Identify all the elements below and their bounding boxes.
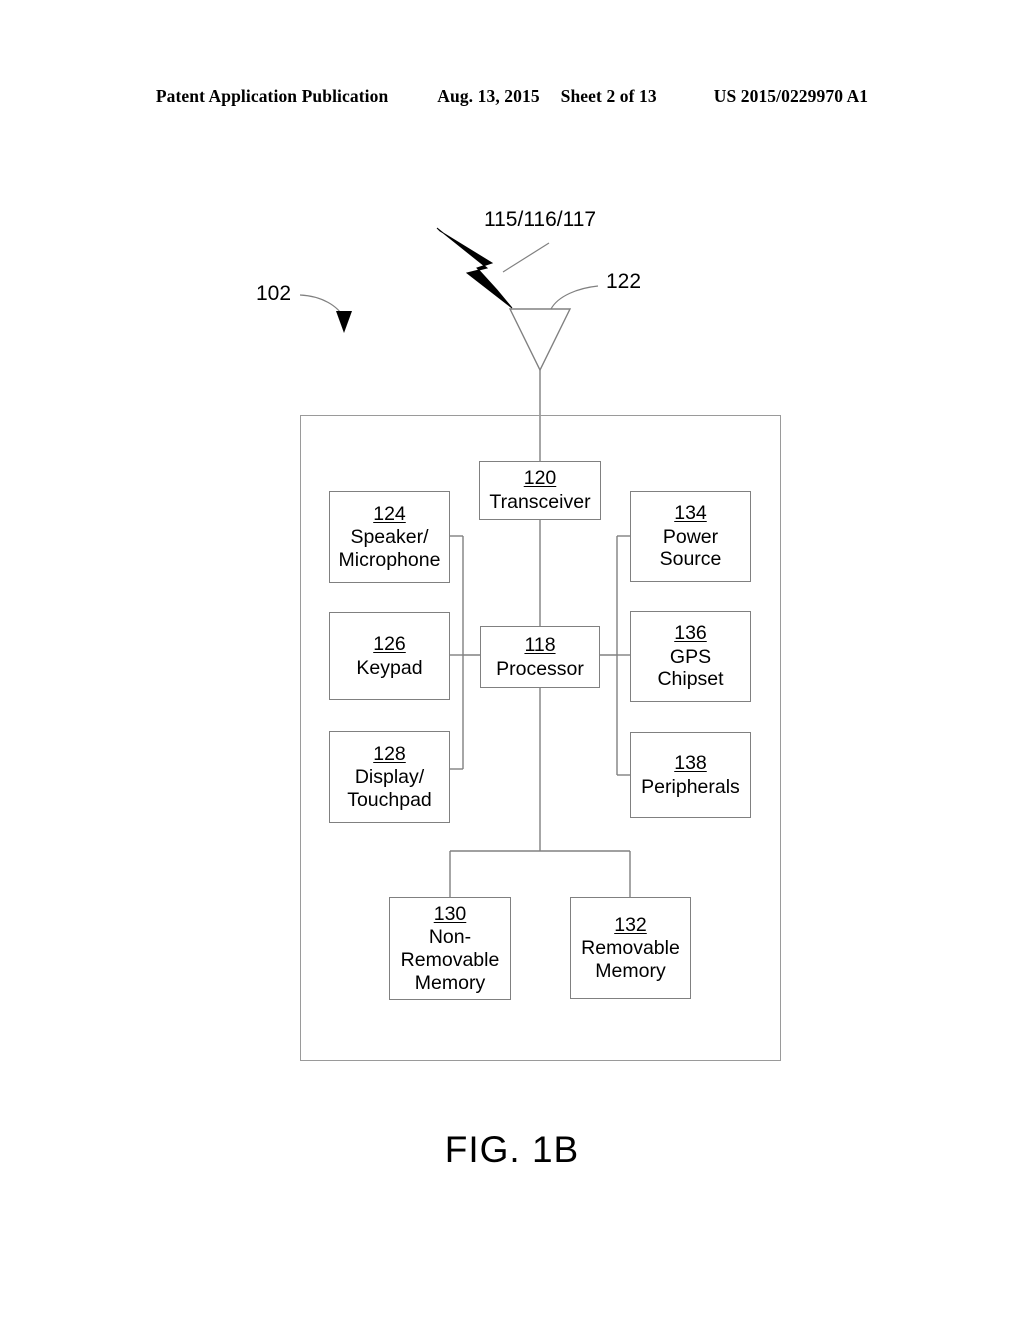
antenna-icon (508, 308, 572, 372)
block-label-removable-memory: Removable Memory (581, 937, 680, 982)
block-peripherals[interactable]: 138 Peripherals (630, 732, 751, 818)
callout-device-102: 102 (256, 282, 292, 305)
figure-caption: FIG. 1B (444, 1129, 580, 1170)
block-label-speaker-microphone: Speaker/ Microphone (338, 526, 441, 571)
block-ref-120: 120 (523, 467, 557, 490)
leader-device-curve (299, 294, 345, 319)
block-transceiver[interactable]: 120 Transceiver (479, 461, 601, 520)
block-label-processor: Processor (496, 657, 584, 680)
block-ref-118: 118 (524, 633, 556, 656)
leader-antenna (550, 285, 599, 310)
block-gps-chipset[interactable]: 136 GPS Chipset (630, 611, 751, 702)
figure-1b: 102 115/116/117 122 120 Transceiver 118 … (0, 0, 1024, 1320)
block-ref-124: 124 (373, 502, 406, 525)
block-label-transceiver: Transceiver (489, 491, 591, 513)
block-removable-memory[interactable]: 132 Removable Memory (570, 897, 691, 999)
block-processor[interactable]: 118 Processor (480, 626, 600, 688)
block-ref-132: 132 (614, 913, 647, 936)
callout-air-interface-115-116-117: 115/116/117 (484, 208, 597, 231)
block-ref-136: 136 (674, 622, 707, 645)
leader-air-interface (502, 242, 550, 273)
block-non-removable-memory[interactable]: 130 Non- Removable Memory (389, 897, 511, 1000)
block-ref-138: 138 (674, 751, 707, 774)
block-label-non-removable-memory: Non- Removable Memory (400, 926, 500, 994)
block-ref-130: 130 (433, 902, 467, 925)
block-label-peripherals: Peripherals (641, 775, 740, 798)
block-keypad[interactable]: 126 Keypad (329, 612, 450, 700)
callout-antenna-122: 122 (606, 270, 642, 293)
block-display-touchpad[interactable]: 128 Display/ Touchpad (329, 731, 450, 823)
block-speaker-microphone[interactable]: 124 Speaker/ Microphone (329, 491, 450, 583)
block-ref-126: 126 (373, 632, 406, 655)
air-interface-lightning-bolt-icon (436, 227, 513, 309)
leader-device-arrowhead (336, 311, 352, 333)
block-label-display-touchpad: Display/ Touchpad (347, 766, 432, 811)
block-label-keypad: Keypad (356, 656, 423, 679)
block-label-power-source: Power Source (659, 525, 722, 571)
block-ref-134: 134 (674, 502, 707, 525)
block-power-source[interactable]: 134 Power Source (630, 491, 751, 582)
block-ref-128: 128 (373, 742, 406, 765)
block-label-gps-chipset: GPS Chipset (657, 645, 724, 691)
